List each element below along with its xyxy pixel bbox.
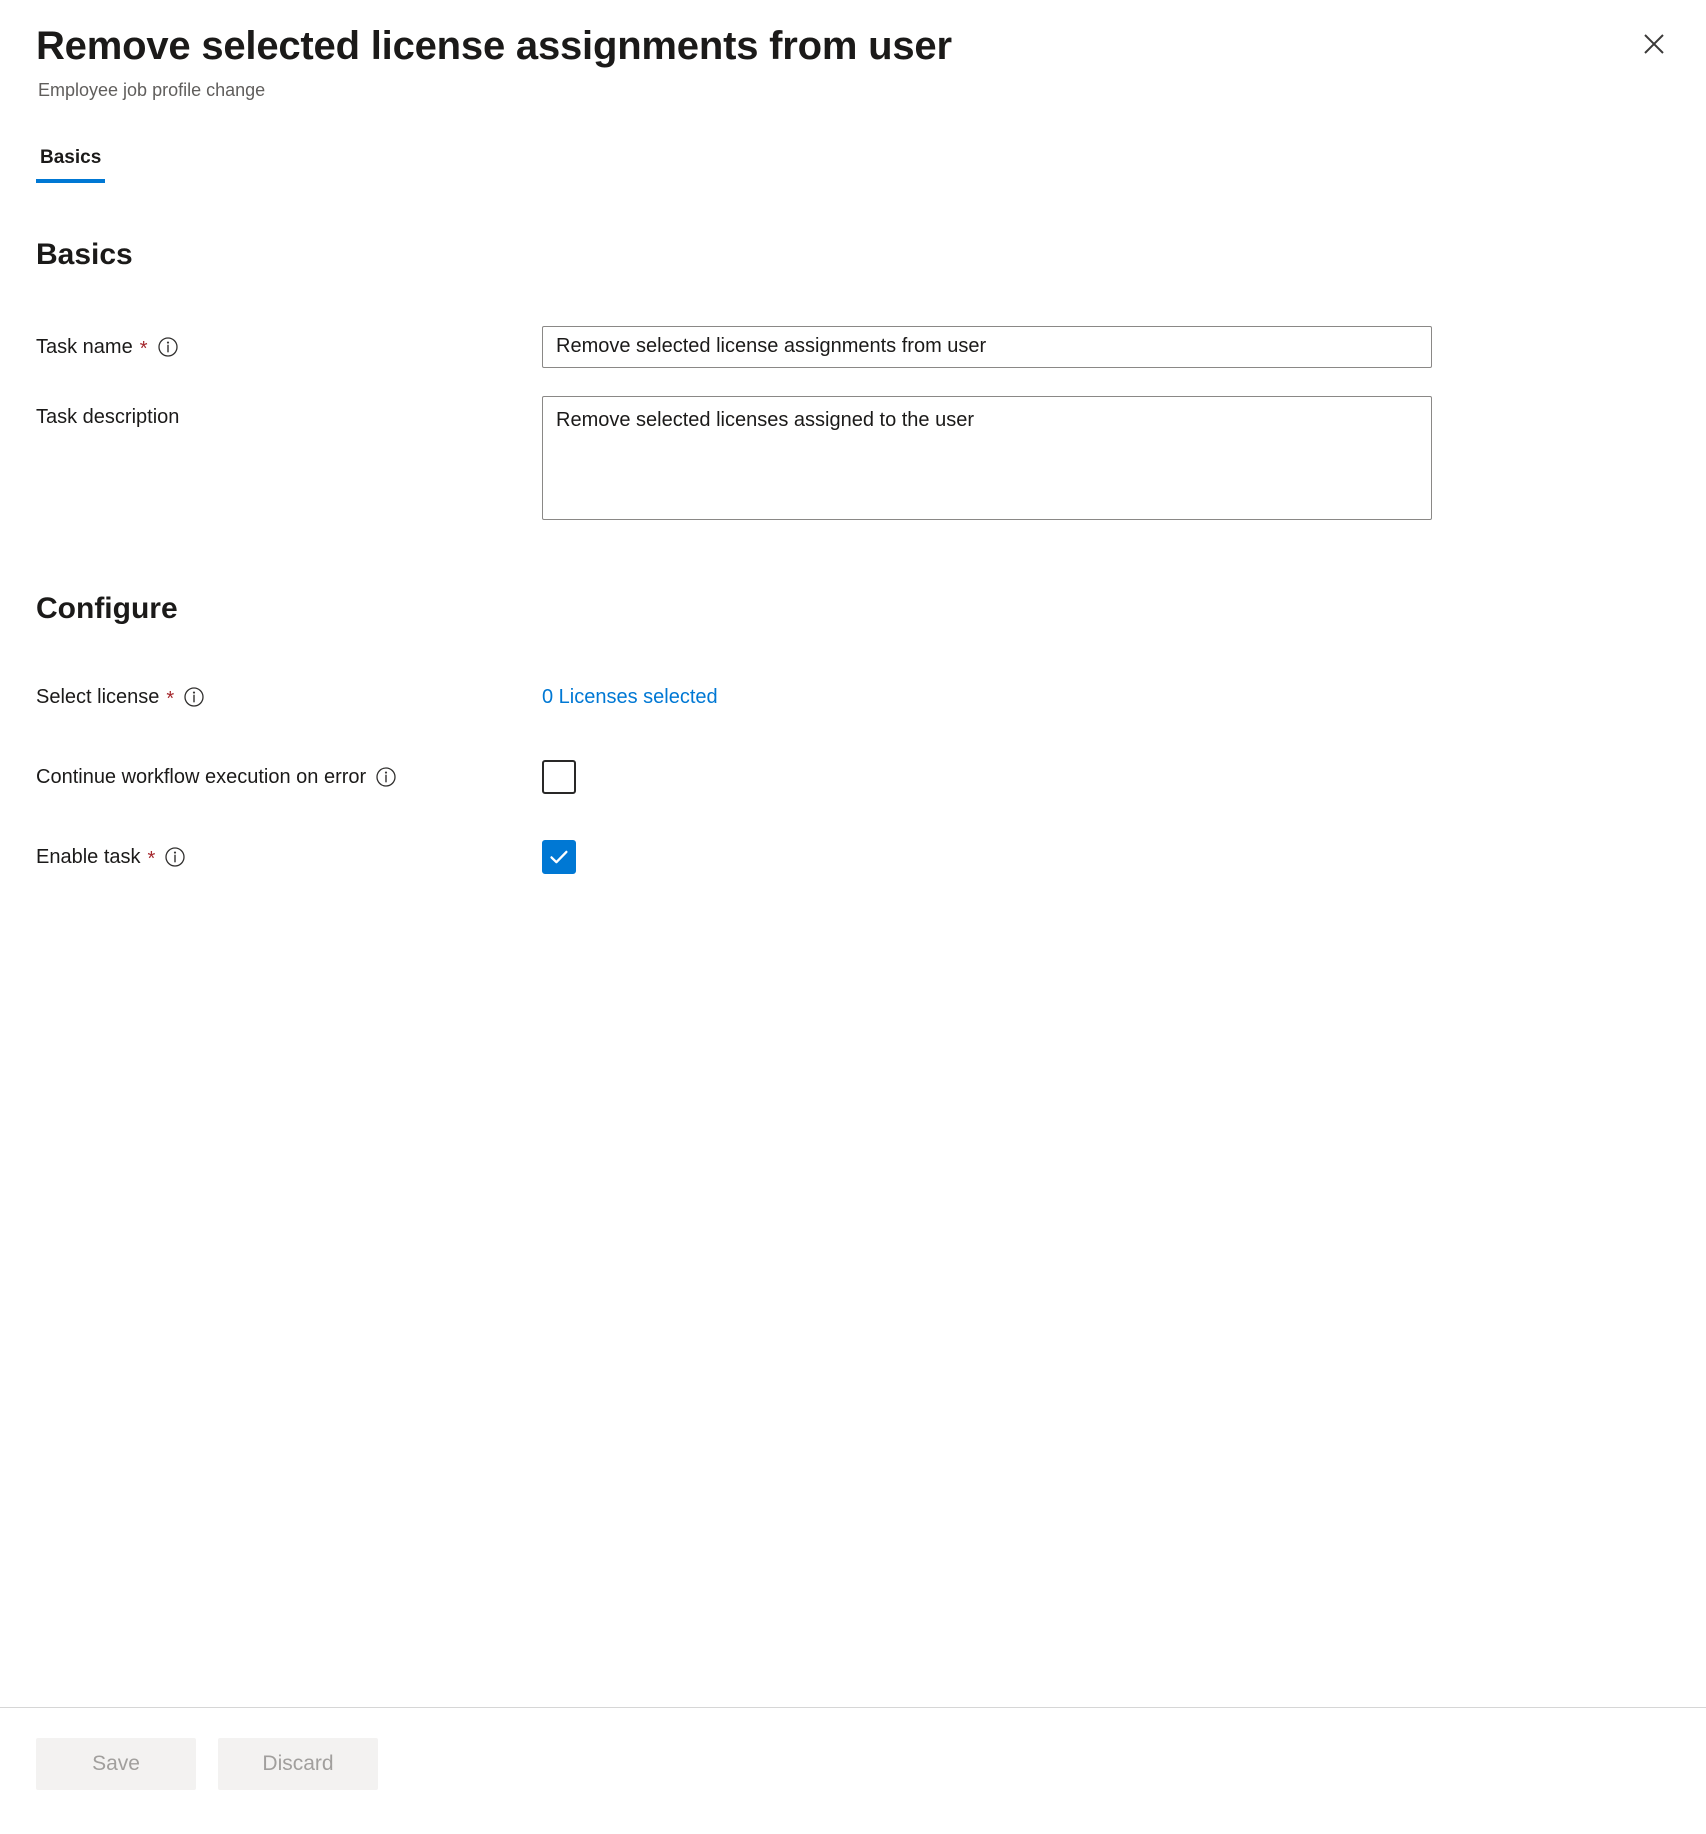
close-button[interactable]	[1628, 18, 1680, 70]
required-marker: *	[139, 337, 148, 360]
blade-footer: Save Discard	[0, 1707, 1706, 1834]
page-title: Remove selected license assignments from…	[36, 24, 952, 68]
form-row-task-description: Task description Remove selected license…	[36, 395, 1670, 525]
task-description-label-text: Task description	[36, 405, 180, 428]
enable-task-label: Enable task *	[36, 840, 542, 874]
continue-on-error-label-text: Continue workflow execution on error	[36, 765, 367, 788]
form-row-enable-task: Enable task *	[36, 839, 1670, 874]
task-name-control	[542, 325, 1432, 368]
required-marker: *	[147, 847, 156, 870]
form-row-task-name: Task name *	[36, 325, 1670, 368]
task-description-textarea[interactable]: Remove selected licenses assigned to the…	[542, 395, 1432, 520]
continue-on-error-checkbox[interactable]	[542, 759, 576, 794]
info-icon[interactable]	[183, 686, 205, 708]
tab-strip: Basics	[0, 146, 1706, 183]
blade-header: Remove selected license assignments from…	[0, 0, 1706, 102]
task-name-label: Task name *	[36, 326, 542, 368]
task-name-input[interactable]	[542, 325, 1432, 368]
select-license-label: Select license *	[36, 682, 542, 712]
page-subtitle: Employee job profile change	[38, 79, 266, 100]
form-row-continue-on-error: Continue workflow execution on error	[36, 759, 1670, 794]
section-heading-basics: Basics	[36, 237, 133, 271]
checkmark-icon	[547, 845, 571, 869]
licenses-selected-link[interactable]: 0 Licenses selected	[542, 686, 718, 708]
section-heading-configure: Configure	[36, 591, 178, 625]
tab-selected-indicator	[36, 178, 106, 183]
select-license-control: 0 Licenses selected	[542, 682, 718, 712]
select-license-label-text: Select license	[36, 685, 160, 708]
blade-body: Basics Task name * Task description Remo…	[0, 235, 1706, 874]
task-description-label: Task description	[36, 396, 542, 438]
tab-basics-label: Basics	[40, 147, 102, 169]
task-description-control: Remove selected licenses assigned to the…	[542, 395, 1432, 525]
continue-on-error-label: Continue workflow execution on error	[36, 760, 542, 794]
discard-button[interactable]: Discard	[218, 1738, 378, 1790]
task-name-label-text: Task name	[36, 335, 133, 358]
tab-basics[interactable]: Basics	[36, 146, 106, 183]
info-icon[interactable]	[157, 336, 179, 358]
enable-task-checkbox[interactable]	[542, 839, 576, 874]
enable-task-label-text: Enable task	[36, 845, 141, 868]
info-icon[interactable]	[164, 846, 186, 868]
required-marker: *	[166, 687, 175, 710]
info-icon[interactable]	[375, 766, 397, 788]
form-row-select-license: Select license * 0 Licenses selected	[36, 682, 1670, 712]
save-button[interactable]: Save	[36, 1738, 196, 1790]
close-icon	[1639, 29, 1669, 59]
continue-on-error-control	[542, 759, 576, 794]
enable-task-control	[542, 839, 576, 874]
